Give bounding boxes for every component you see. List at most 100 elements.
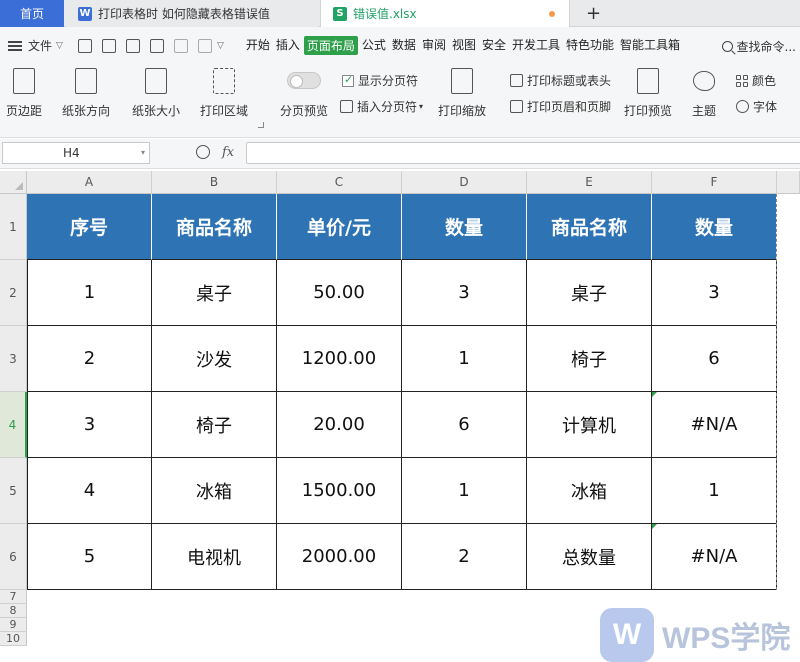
quick-access-chevron-icon[interactable]: ▽ (217, 41, 224, 51)
table-cell[interactable]: 2000.00 (277, 524, 402, 590)
undo-icon[interactable] (173, 38, 188, 53)
menu-tab[interactable]: 插入 (274, 36, 302, 55)
paper-size-button[interactable]: 纸张大小 (132, 68, 180, 119)
select-all-corner[interactable] (0, 171, 27, 194)
column-header[interactable]: C (277, 171, 402, 194)
color-button[interactable]: 颜色 (736, 72, 776, 89)
table-cell[interactable]: 1 (652, 458, 777, 524)
export-icon[interactable] (101, 38, 116, 53)
row-header[interactable]: 5 (0, 458, 27, 524)
menu-tab[interactable]: 开发工具 (510, 36, 562, 55)
table-cell[interactable]: 1 (402, 326, 527, 392)
table-cell[interactable]: 1 (402, 458, 527, 524)
menu-tab[interactable]: 页面布局 (303, 36, 358, 55)
table-cell[interactable]: 3 (27, 392, 152, 458)
header-footer-button[interactable]: 打印页眉和页脚 (510, 98, 611, 115)
new-tab-plus-icon[interactable]: + (586, 3, 601, 24)
table-cell[interactable]: 椅子 (152, 392, 277, 458)
page-break-toggle[interactable] (287, 72, 321, 89)
table-cell[interactable]: 3 (402, 260, 527, 326)
print-area-button[interactable]: 打印区域 (200, 68, 248, 119)
table-cell[interactable]: #N/A (652, 392, 777, 458)
theme-button[interactable]: 主题 (692, 68, 716, 119)
table-cell[interactable]: 电视机 (152, 524, 277, 590)
table-cell[interactable]: 5 (27, 524, 152, 590)
table-cell[interactable]: 桌子 (527, 260, 652, 326)
zoom-icon[interactable] (196, 145, 210, 159)
menu-tab[interactable]: 视图 (450, 36, 478, 55)
menu-tab[interactable]: 公式 (360, 36, 388, 55)
row-header[interactable]: 4 (0, 392, 27, 458)
table-header-cell[interactable]: 数量 (652, 194, 777, 260)
show-page-break-checkbox[interactable]: 显示分页符 (342, 72, 418, 89)
print-icon[interactable] (125, 38, 140, 53)
insert-page-break-button[interactable]: 插入分页符 ▾ (340, 98, 423, 115)
font-button[interactable]: 字体 (736, 98, 777, 115)
dialog-launcher-icon[interactable] (258, 122, 264, 128)
table-cell[interactable]: 冰箱 (152, 458, 277, 524)
column-header[interactable]: B (152, 171, 277, 194)
menu-file[interactable]: 文件 (28, 37, 52, 54)
name-box[interactable]: H4 ▾ (2, 142, 150, 164)
table-header-cell[interactable]: 序号 (27, 194, 152, 260)
row-header[interactable]: 1 (0, 194, 27, 260)
table-cell[interactable]: 桌子 (152, 260, 277, 326)
formula-input[interactable] (246, 142, 800, 164)
column-header[interactable]: E (527, 171, 652, 194)
tab-doc-1[interactable]: W 打印表格时 如何隐藏表格错误值 (66, 0, 318, 27)
table-cell[interactable]: 6 (652, 326, 777, 392)
table-cell[interactable]: 3 (652, 260, 777, 326)
table-cell[interactable]: 冰箱 (527, 458, 652, 524)
table-cell[interactable]: 6 (402, 392, 527, 458)
error-indicator-icon[interactable] (652, 392, 657, 397)
print-titles-button[interactable]: 打印标题或表头 (510, 72, 611, 89)
row-header[interactable]: 9 (0, 618, 27, 632)
table-cell[interactable]: 1 (27, 260, 152, 326)
menu-tab[interactable]: 特色功能 (564, 36, 616, 55)
table-cell[interactable]: 总数量 (527, 524, 652, 590)
menu-tab[interactable]: 审阅 (420, 36, 448, 55)
table-cell[interactable]: 沙发 (152, 326, 277, 392)
menu-tab[interactable]: 安全 (480, 36, 508, 55)
row-header[interactable]: 6 (0, 524, 27, 590)
page-break-preview-button[interactable]: 分页预览 (280, 68, 328, 119)
column-header[interactable]: F (652, 171, 777, 194)
table-cell[interactable]: 1200.00 (277, 326, 402, 392)
menu-tab[interactable]: 智能工具箱 (618, 36, 682, 55)
orientation-button[interactable]: 纸张方向 (62, 68, 110, 119)
print-scale-button[interactable]: 打印缩放 (438, 68, 486, 119)
row-header[interactable]: 7 (0, 590, 27, 604)
margins-button[interactable]: 页边距 (6, 68, 42, 119)
table-cell[interactable]: 4 (27, 458, 152, 524)
table-cell[interactable]: 2 (27, 326, 152, 392)
table-header-cell[interactable]: 数量 (402, 194, 527, 260)
table-cell[interactable]: 20.00 (277, 392, 402, 458)
table-cell[interactable]: #N/A (652, 524, 777, 590)
row-header[interactable]: 3 (0, 326, 27, 392)
row-header[interactable]: 2 (0, 260, 27, 326)
print-preview-button[interactable]: 打印预览 (624, 68, 672, 119)
table-cell[interactable]: 椅子 (527, 326, 652, 392)
table-header-cell[interactable]: 商品名称 (527, 194, 652, 260)
table-cell[interactable]: 2 (402, 524, 527, 590)
row-header[interactable]: 10 (0, 632, 27, 646)
hamburger-icon[interactable] (8, 40, 22, 51)
tab-home[interactable]: 首页 (0, 0, 64, 27)
fx-icon[interactable]: fx (222, 145, 234, 160)
tab-doc-2[interactable]: S 错误值.xlsx (320, 0, 570, 27)
table-cell[interactable]: 50.00 (277, 260, 402, 326)
column-header[interactable]: A (27, 171, 152, 194)
chevron-down-icon[interactable]: ▽ (56, 41, 63, 51)
table-cell[interactable]: 1500.00 (277, 458, 402, 524)
menu-tab[interactable]: 数据 (390, 36, 418, 55)
error-indicator-icon[interactable] (652, 524, 657, 529)
table-cell[interactable]: 计算机 (527, 392, 652, 458)
column-header[interactable]: D (402, 171, 527, 194)
row-header[interactable]: 8 (0, 604, 27, 618)
name-box-dropdown-icon[interactable]: ▾ (141, 143, 145, 163)
print-preview-icon[interactable] (149, 38, 164, 53)
table-header-cell[interactable]: 商品名称 (152, 194, 277, 260)
command-search[interactable]: 查找命令... (721, 38, 796, 55)
table-header-cell[interactable]: 单价/元 (277, 194, 402, 260)
save-icon[interactable] (77, 38, 92, 53)
